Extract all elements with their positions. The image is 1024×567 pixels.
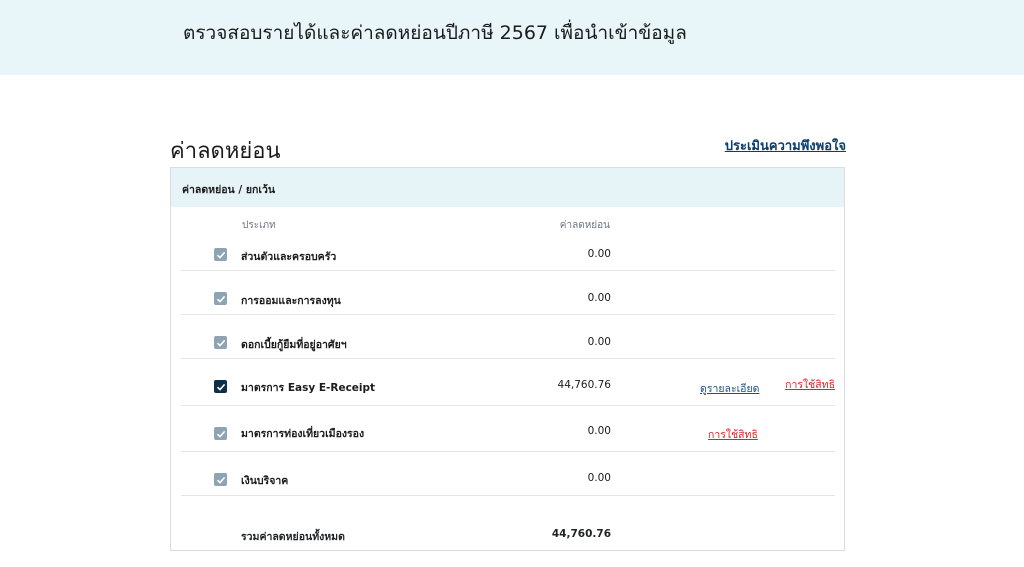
check-icon	[216, 339, 225, 347]
deduction-label: เงินบริจาค	[241, 475, 289, 487]
deduction-row-personal-family: ส่วนตัวและครอบครัว 0.00	[181, 238, 835, 271]
deduction-amount: 0.00	[587, 248, 611, 260]
deductions-card-title: ค่าลดหย่อน / ยกเว้น	[182, 184, 276, 196]
checkbox-personal-family	[214, 248, 227, 261]
checkbox-easy-e-receipt[interactable]	[214, 380, 227, 393]
deduction-label: ส่วนตัวและครอบครัว	[241, 251, 337, 263]
usage-rights-link[interactable]: การใช้สิทธิ	[785, 376, 835, 393]
deduction-amount: 0.00	[587, 425, 611, 437]
deduction-label: มาตรการท่องเที่ยวเมืองรอง	[241, 428, 365, 440]
check-icon	[216, 295, 225, 303]
deduction-row-easy-e-receipt: มาตรการ Easy E-Receipt 44,760.76 ดูรายละ…	[181, 358, 835, 406]
checkbox-donations	[214, 473, 227, 486]
checkbox-savings-investment	[214, 292, 227, 305]
deduction-label: มาตรการ Easy E-Receipt	[241, 382, 376, 394]
total-label: รวมค่าลดหย่อนทั้งหมด	[241, 531, 345, 543]
deduction-amount: 0.00	[587, 472, 611, 484]
checkbox-secondary-city-tourism	[214, 427, 227, 440]
total-amount: 44,760.76	[551, 528, 611, 540]
column-header-type: ประเภท	[242, 220, 276, 231]
deduction-row-housing-loan-interest: ดอกเบี้ยกู้ยืมที่อยู่อาศัยฯ 0.00	[181, 314, 835, 359]
page-header-title: ตรวจสอบรายได้และค่าลดหย่อนปีภาษี 2567 เพ…	[183, 22, 687, 44]
deduction-amount: 0.00	[587, 336, 611, 348]
deduction-row-donations: เงินบริจาค 0.00	[181, 451, 835, 496]
deduction-row-secondary-city-tourism: มาตรการท่องเที่ยวเมืองรอง 0.00 การใช้สิท…	[181, 405, 835, 452]
satisfaction-survey-link[interactable]: ประเมินความพึงพอใจ	[725, 135, 846, 156]
section-title: ค่าลดหย่อน	[170, 139, 281, 164]
deduction-amount: 0.00	[587, 292, 611, 304]
column-header-amount: ค่าลดหย่อน	[559, 220, 610, 231]
deductions-card-header: ค่าลดหย่อน / ยกเว้น	[171, 168, 844, 207]
deduction-label: ดอกเบี้ยกู้ยืมที่อยู่อาศัยฯ	[241, 339, 347, 351]
usage-rights-link[interactable]: การใช้สิทธิ	[708, 426, 758, 443]
deduction-label: การออมและการลงทุน	[241, 295, 341, 307]
checkbox-housing-loan-interest	[214, 336, 227, 349]
deductions-card: ค่าลดหย่อน / ยกเว้น ประเภท ค่าลดหย่อน ส่…	[170, 167, 845, 551]
deduction-amount: 44,760.76	[557, 379, 611, 391]
check-icon	[216, 251, 225, 259]
page-header: ตรวจสอบรายได้และค่าลดหย่อนปีภาษี 2567 เพ…	[0, 0, 1024, 75]
view-details-link[interactable]: ดูรายละเอียด	[700, 380, 759, 397]
deduction-row-savings-investment: การออมและการลงทุน 0.00	[181, 270, 835, 315]
check-icon	[216, 476, 225, 484]
deductions-total-row: รวมค่าลดหย่อนทั้งหมด 44,760.76	[181, 520, 835, 544]
check-icon	[216, 383, 225, 391]
check-icon	[216, 430, 225, 438]
